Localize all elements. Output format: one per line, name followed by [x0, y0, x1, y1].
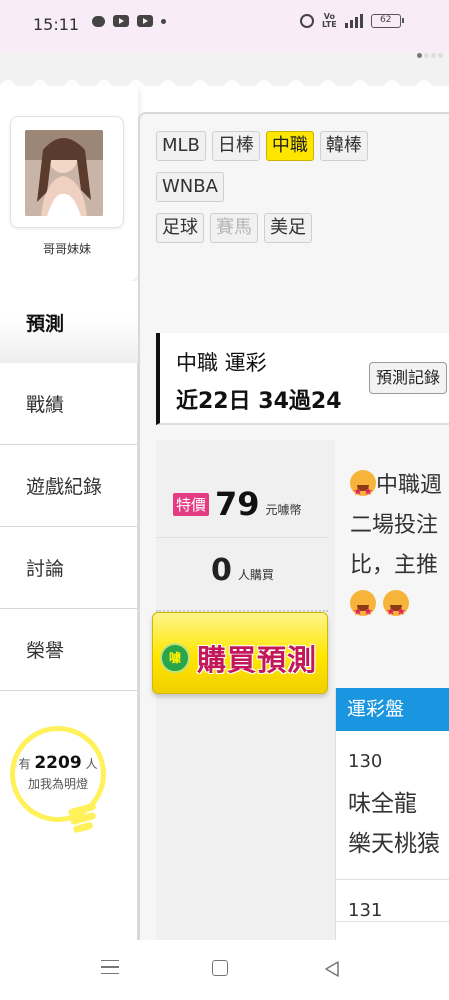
- odds-table: 運彩盤 130 味全龍 樂天桃猿 131: [335, 688, 449, 940]
- youtube-icon: [137, 15, 153, 27]
- team-name: 樂天桃猿: [348, 831, 440, 857]
- price-unit: 元噱幣: [265, 502, 302, 517]
- youtube-icon: [113, 15, 129, 27]
- buy-prediction-label: 購買預測: [197, 643, 318, 677]
- description-line: 中職週: [350, 466, 449, 512]
- league-row: 足球 賽馬 美足: [156, 213, 449, 243]
- nav-item-prediction[interactable]: 預測: [0, 281, 150, 363]
- screen: 15:11 Vo LTE 62 哥哥妹妹 預測 戰績 遊戲紀錄 討論 榮譽 有 …: [0, 0, 449, 1000]
- game-number: 130: [348, 751, 383, 772]
- special-price-badge: 特價: [173, 492, 210, 516]
- league-row: WNBA: [156, 172, 449, 202]
- more-notifications-icon: [161, 18, 166, 24]
- buy-prediction-button[interactable]: 噱 購買預測: [152, 612, 328, 694]
- prediction-record-button[interactable]: 預測記錄: [369, 362, 448, 394]
- price-value: 79: [215, 485, 260, 523]
- back-icon[interactable]: [324, 960, 340, 978]
- coin-icon: 噱: [160, 643, 190, 673]
- star-struck-emoji-icon: [383, 590, 409, 626]
- message-icon: [92, 15, 105, 27]
- alarm-icon: [300, 14, 314, 28]
- status-bar: 15:11 Vo LTE 62: [0, 0, 449, 52]
- divider: [156, 537, 328, 538]
- follow-prefix: 有: [18, 757, 31, 771]
- price-row: 特價 79 元噱幣: [173, 485, 302, 523]
- league-title: 中職 運彩: [176, 351, 267, 375]
- nav-item-label: 預測: [26, 313, 65, 335]
- left-column: 哥哥妹妹 預測 戰績 遊戲紀錄 討論 榮譽 有 2209 人 加我為明燈: [0, 86, 150, 940]
- buyers-row: 0 人購買: [211, 553, 274, 588]
- battery-icon: 62: [370, 14, 404, 28]
- game-row[interactable]: 131: [336, 880, 449, 922]
- menu-icon[interactable]: [101, 960, 119, 974]
- nav-list: 戰績 遊戲紀錄 討論 榮譽: [0, 363, 138, 940]
- league-filter: MLB 日棒 中職 韓棒 WNBA 足球 賽馬 美足: [156, 131, 449, 254]
- buyers-count: 0: [211, 553, 232, 588]
- league-row: MLB 日棒 中職 韓棒: [156, 131, 449, 161]
- description-line: [350, 586, 449, 626]
- odds-table-header: 運彩盤: [336, 688, 449, 731]
- prediction-description: 中職週 二場投注 比，主推: [350, 466, 449, 626]
- follow-label: 加我為明燈: [27, 777, 88, 791]
- profile-name: 哥哥妹妹: [42, 242, 91, 256]
- description-line: 二場投注: [350, 513, 439, 538]
- league-tag-american-football[interactable]: 美足: [264, 213, 312, 243]
- system-icons: Vo LTE 62: [300, 12, 404, 29]
- description-line: 比，主推: [350, 553, 439, 578]
- signal-icon: [344, 14, 363, 28]
- buyers-unit: 人購買: [237, 568, 274, 582]
- league-tag-npb[interactable]: 日棒: [211, 131, 260, 161]
- league-tag-horse-racing: 賽馬: [210, 213, 258, 243]
- game-row[interactable]: 130 味全龍 樂天桃猿: [336, 731, 449, 880]
- league-tag-soccer[interactable]: 足球: [156, 213, 204, 243]
- star-struck-emoji-icon: [350, 590, 376, 626]
- star-struck-emoji-icon: [350, 470, 376, 512]
- game-number: 131: [348, 900, 383, 921]
- notification-icons: [92, 15, 166, 27]
- avatar-frame[interactable]: [10, 116, 124, 228]
- nav-item-game-log[interactable]: 遊戲紀錄: [0, 445, 137, 527]
- nav-item-honor[interactable]: 榮譽: [0, 609, 137, 691]
- league-record: 近22日 34過24: [176, 389, 342, 414]
- follow-suffix: 人: [85, 757, 98, 771]
- header-wave-strip: [0, 52, 449, 86]
- nav-item-discussion[interactable]: 討論: [0, 527, 137, 609]
- lightbulb-base-icon: [68, 804, 96, 833]
- league-tag-cpbl[interactable]: 中職: [265, 131, 314, 161]
- avatar[interactable]: [25, 130, 103, 216]
- league-tag-mlb[interactable]: MLB: [156, 131, 206, 161]
- league-summary: 中職 運彩 近22日 34過24 預測記錄: [156, 333, 449, 425]
- system-nav-bar: [0, 940, 449, 1000]
- nav-item-record[interactable]: 戰績: [0, 363, 137, 445]
- page-indicator: [417, 53, 443, 58]
- follower-count: 2209: [34, 753, 82, 773]
- status-time: 15:11: [33, 15, 80, 34]
- team-name: 味全龍: [348, 791, 417, 817]
- volte-icon: Vo LTE: [322, 12, 337, 29]
- league-tag-kbo[interactable]: 韓棒: [319, 131, 368, 161]
- home-icon[interactable]: [212, 960, 228, 976]
- league-tag-wnba[interactable]: WNBA: [156, 172, 224, 202]
